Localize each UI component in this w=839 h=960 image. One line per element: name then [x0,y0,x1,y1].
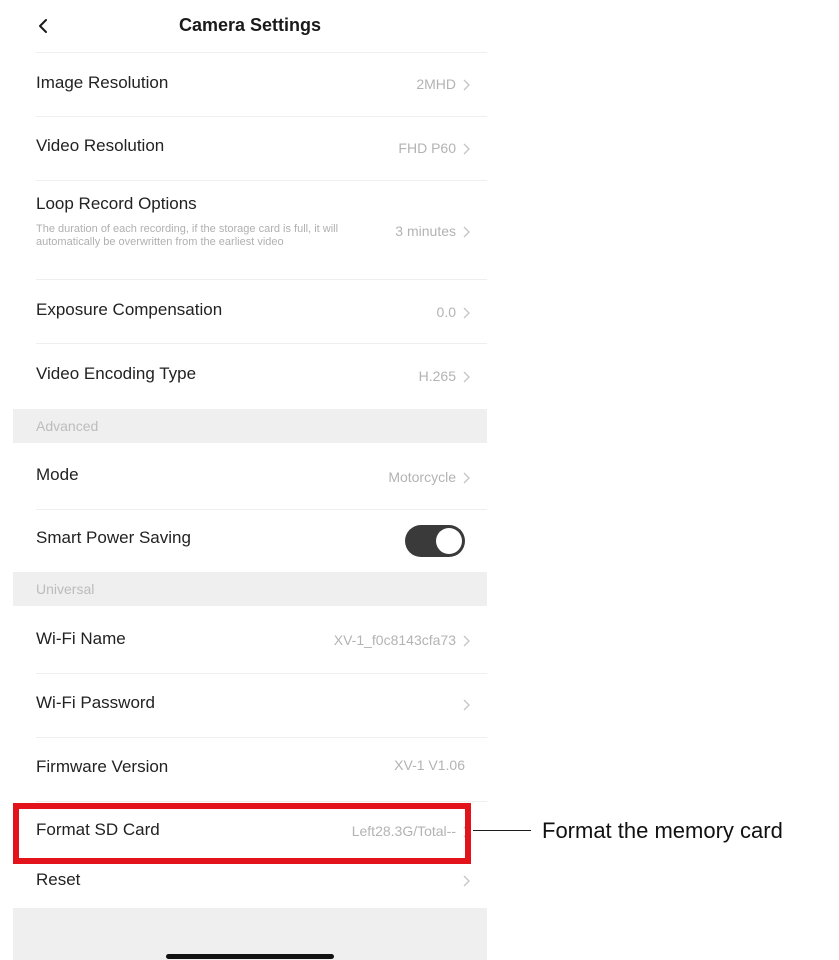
setting-label: Loop Record Options [36,194,197,213]
setting-wifi-name[interactable]: Wi-Fi Name XV-1_f0c8143cfa73 [13,606,487,673]
page: Camera Settings Image Resolution 2MHD Vi… [0,0,839,960]
chevron-right-icon [463,371,470,383]
setting-label: Mode [36,465,79,484]
smart-power-saving-toggle[interactable] [405,525,465,557]
setting-loop-record[interactable]: Loop Record Options The duration of each… [13,181,487,279]
setting-value: 0.0 [436,304,456,320]
setting-label: Video Resolution [36,136,165,155]
setting-label: Exposure Compensation [36,300,223,319]
setting-smart-power-saving: Smart Power Saving [13,510,487,572]
section-header-universal: Universal [13,572,487,606]
setting-exposure-compensation[interactable]: Exposure Compensation 0.0 [13,280,487,343]
section-title: Universal [36,581,95,597]
setting-reset[interactable]: Reset [13,864,487,908]
chevron-right-icon [463,79,470,91]
setting-label: Wi-Fi Password [36,693,156,712]
setting-value: XV-1_f0c8143cfa73 [333,632,456,648]
setting-wifi-password[interactable]: Wi-Fi Password [13,674,487,737]
section-header-advanced: Advanced [13,409,487,443]
setting-value: XV-1 V1.06 [394,757,465,773]
setting-image-resolution[interactable]: Image Resolution 2MHD [13,53,487,116]
chevron-right-icon [463,699,470,711]
setting-label: Wi-Fi Name [36,629,126,648]
callout-line [473,830,531,831]
setting-description: The duration of each recording, if the s… [36,223,339,248]
setting-label: Video Encoding Type [36,364,197,383]
chevron-right-icon [463,143,470,155]
setting-mode[interactable]: Mode Motorcycle [13,443,487,509]
setting-label: Image Resolution [36,73,169,92]
setting-firmware-version: Firmware Version XV-1 V1.06 [13,738,487,801]
setting-value: Motorcycle [388,469,456,485]
setting-video-encoding[interactable]: Video Encoding Type H.265 [13,344,487,409]
chevron-right-icon [463,307,470,319]
home-indicator[interactable] [166,954,334,959]
setting-value: FHD P60 [398,140,456,156]
setting-label: Smart Power Saving [36,528,191,547]
setting-video-resolution[interactable]: Video Resolution FHD P60 [13,117,487,180]
chevron-right-icon [463,635,470,647]
navigation-bar: Camera Settings [13,0,487,52]
setting-label: Firmware Version [36,757,169,776]
setting-value: 3 minutes [395,223,456,239]
chevron-right-icon [463,875,470,887]
setting-label: Reset [36,870,81,889]
callout-label: Format the memory card [542,818,783,843]
bottom-bar [13,908,487,960]
highlight-box [13,803,471,864]
page-title: Camera Settings [178,15,322,35]
chevron-right-icon [463,226,470,238]
toggle-knob [436,528,462,554]
setting-value: H.265 [418,368,456,384]
chevron-right-icon [463,472,470,484]
section-title: Advanced [36,418,99,434]
setting-value: 2MHD [416,76,456,92]
